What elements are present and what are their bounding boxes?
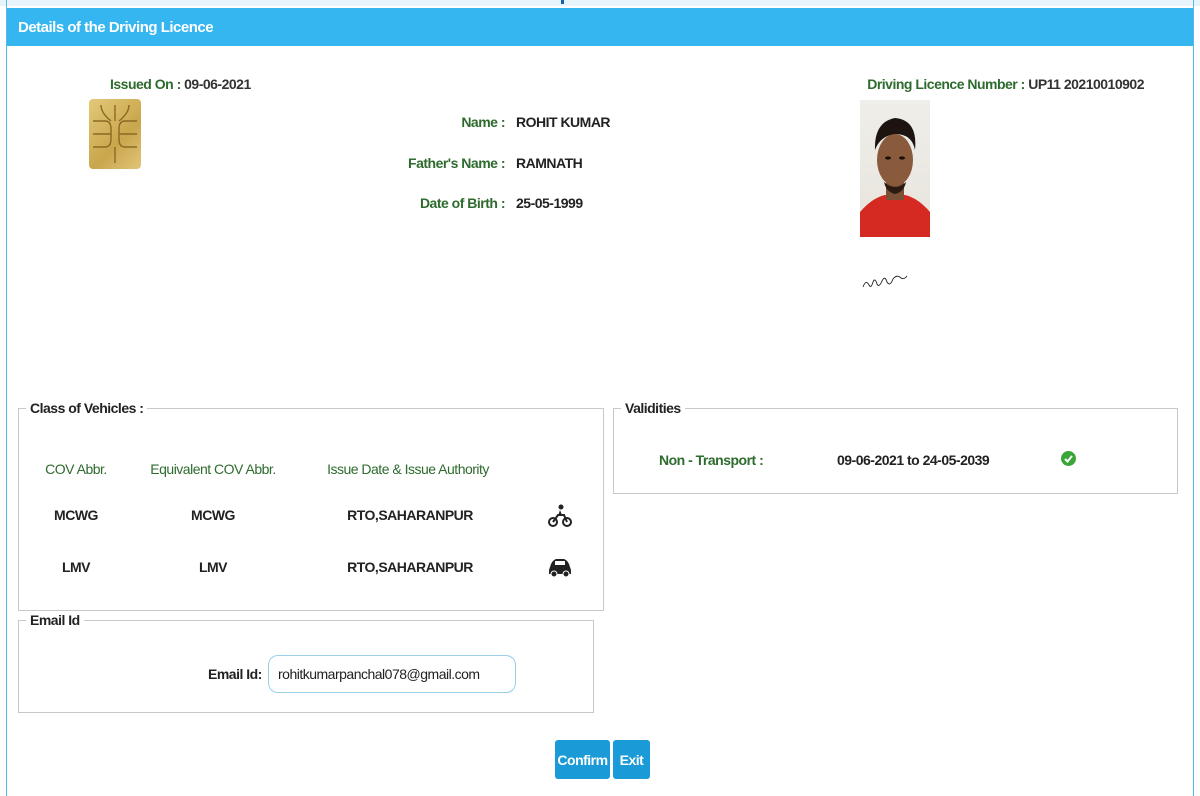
father-name-label: Father's Name : (408, 155, 505, 171)
licence-number: Driving Licence Number : UP11 2021001090… (867, 76, 1144, 92)
motorcycle-icon (548, 504, 572, 527)
row-lmv-cov: LMV (61, 559, 91, 575)
col-equivalent-cov: Equivalent COV Abbr. (150, 461, 276, 477)
licence-number-value: UP11 20210010902 (1028, 76, 1144, 92)
issued-on-label: Issued On : (110, 76, 181, 92)
check-circle-icon (1061, 451, 1076, 466)
confirm-button[interactable]: Confirm (555, 740, 610, 779)
issued-on-value: 09-06-2021 (184, 76, 251, 92)
licence-number-label: Driving Licence Number : (867, 76, 1025, 92)
email-input[interactable]: rohitkumarpanchal078@gmail.com (268, 655, 516, 693)
dob-value: 25-05-1999 (516, 195, 583, 211)
non-transport-validity: 09-06-2021 to 24-05-2039 (837, 452, 990, 468)
class-of-vehicles-section: Class of Vehicles : (18, 400, 604, 611)
col-cov-abbr: COV Abbr. (45, 461, 107, 477)
page-header: Details of the Driving Licence (7, 8, 1193, 46)
exit-button[interactable]: Exit (613, 740, 650, 779)
row-mcwg-authority: RTO,SAHARANPUR (347, 507, 473, 523)
page-title: Details of the Driving Licence (18, 19, 214, 36)
father-name-value: RAMNATH (516, 155, 583, 171)
email-legend: Email Id (30, 612, 80, 628)
chip-icon (89, 99, 141, 169)
row-mcwg-equiv: MCWG (191, 507, 235, 523)
class-of-vehicles-legend: Class of Vehicles : (30, 400, 144, 416)
issued-on: Issued On : 09-06-2021 (110, 76, 251, 92)
non-transport-label: Non - Transport : (659, 452, 764, 468)
signature-image (862, 275, 908, 288)
col-issue-authority: Issue Date & Issue Authority (327, 461, 489, 477)
name-value: ROHIT KUMAR (516, 114, 611, 130)
row-lmv-equiv: LMV (198, 559, 228, 575)
email-label: Email Id: (208, 666, 262, 682)
dob-label: Date of Birth : (419, 195, 506, 211)
validities-section: Validities (613, 400, 1178, 494)
row-mcwg-cov: MCWG (54, 507, 98, 523)
validities-legend: Validities (625, 400, 681, 416)
holder-photo (860, 100, 930, 237)
name-label: Name : (461, 114, 505, 130)
car-icon (549, 559, 571, 578)
row-lmv-authority: RTO,SAHARANPUR (347, 559, 473, 575)
